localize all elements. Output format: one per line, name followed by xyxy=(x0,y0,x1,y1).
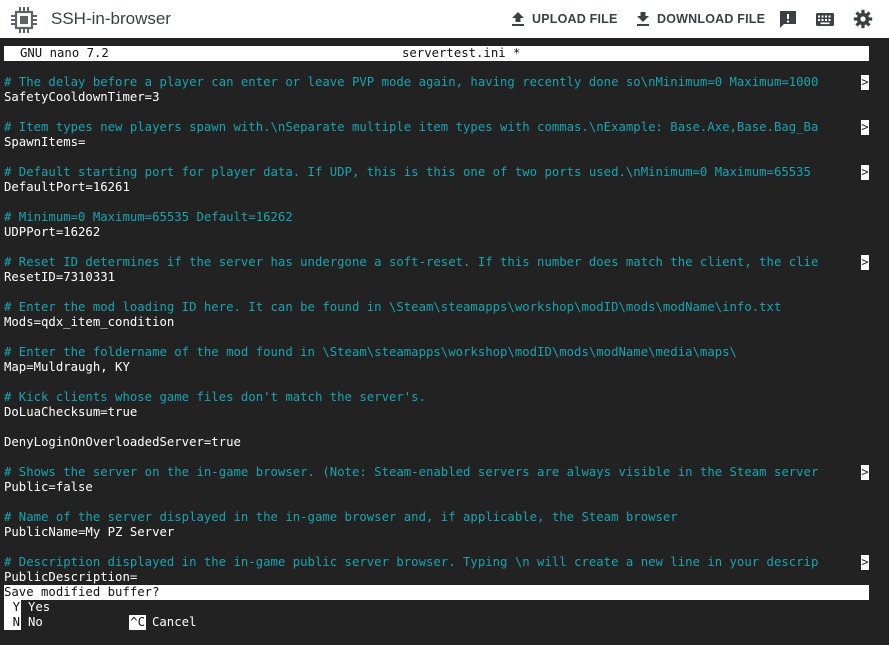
setting-line[interactable]: SafetyCooldownTimer=3 xyxy=(4,90,159,105)
line-truncation-marker: > xyxy=(861,75,869,90)
comment-line[interactable]: # Default starting port for player data.… xyxy=(4,165,818,180)
shortcut-key-cancel[interactable]: ^C xyxy=(129,615,146,630)
comment-line[interactable]: # Reset ID determines if the server has … xyxy=(4,255,818,270)
terminal[interactable]: GNU nano 7.2 servertest.ini * # The dela… xyxy=(0,38,889,645)
nano-version: GNU nano 7.2 xyxy=(20,46,109,60)
shortcut-label-yes[interactable]: Yes xyxy=(28,600,50,615)
comment-line[interactable]: # Name of the server displayed in the in… xyxy=(4,510,678,525)
line-truncation-marker: > xyxy=(861,465,869,480)
comment-line[interactable]: # Enter the mod loading ID here. It can … xyxy=(4,300,781,315)
setting-line[interactable]: PublicName=My PZ Server xyxy=(4,525,174,540)
setting-line[interactable]: DefaultPort=16261 xyxy=(4,180,130,195)
upload-icon xyxy=(512,12,524,26)
comment-line[interactable]: # Minimum=0 Maximum=65535 Default=16262 xyxy=(4,210,293,225)
setting-line[interactable]: SpawnItems= xyxy=(4,135,85,150)
save-prompt[interactable]: Save modified buffer? xyxy=(4,585,869,600)
upload-file-button[interactable]: UPLOAD FILE xyxy=(511,9,618,29)
comment-line[interactable]: # The delay before a player can enter or… xyxy=(4,75,818,90)
keyboard-icon[interactable] xyxy=(815,9,835,29)
comment-line[interactable]: # Item types new players spawn with.\nSe… xyxy=(4,120,818,135)
comment-line[interactable]: # Description displayed in the in-game p… xyxy=(4,555,818,570)
setting-line[interactable]: ResetID=7310331 xyxy=(4,270,115,285)
nano-filename: servertest.ini * xyxy=(402,46,521,60)
setting-line[interactable]: Mods=qdx_item_condition xyxy=(4,315,174,330)
nano-title-bar: GNU nano 7.2 servertest.ini * xyxy=(4,46,869,61)
shortcut-label-cancel[interactable]: Cancel xyxy=(152,615,196,630)
line-truncation-marker: > xyxy=(861,120,869,135)
setting-line[interactable]: UDPPort=16262 xyxy=(4,225,100,240)
shortcut-key-yes[interactable]: Y xyxy=(4,600,21,615)
top-bar: SSH-in-browser UPLOAD FILE DOWNLOAD FILE xyxy=(0,0,889,38)
shortcut-key-no[interactable]: N xyxy=(4,615,21,630)
comment-line[interactable]: # Enter the foldername of the mod found … xyxy=(4,345,737,360)
download-file-label: DOWNLOAD FILE xyxy=(657,12,766,26)
setting-line[interactable]: DenyLoginOnOverloadedServer=true xyxy=(4,435,241,450)
line-truncation-marker: > xyxy=(861,165,869,180)
app-title: SSH-in-browser xyxy=(51,9,171,28)
comment-line[interactable]: # Kick clients whose game files don't ma… xyxy=(4,390,426,405)
line-truncation-marker: > xyxy=(861,255,869,270)
chip-icon xyxy=(11,7,37,33)
setting-line[interactable]: PublicDescription= xyxy=(4,570,137,585)
download-file-button[interactable]: DOWNLOAD FILE xyxy=(636,9,765,29)
line-truncation-marker: > xyxy=(861,555,869,570)
download-icon xyxy=(637,12,649,26)
gear-icon[interactable] xyxy=(853,9,873,29)
setting-line[interactable]: Public=false xyxy=(4,480,93,495)
feedback-icon[interactable] xyxy=(778,9,798,29)
setting-line[interactable]: DoLuaChecksum=true xyxy=(4,405,137,420)
setting-line[interactable]: Map=Muldraugh, KY xyxy=(4,360,130,375)
shortcut-label-no[interactable]: No xyxy=(28,615,43,630)
comment-line[interactable]: # Shows the server on the in-game browse… xyxy=(4,465,818,480)
upload-file-label: UPLOAD FILE xyxy=(532,12,618,26)
